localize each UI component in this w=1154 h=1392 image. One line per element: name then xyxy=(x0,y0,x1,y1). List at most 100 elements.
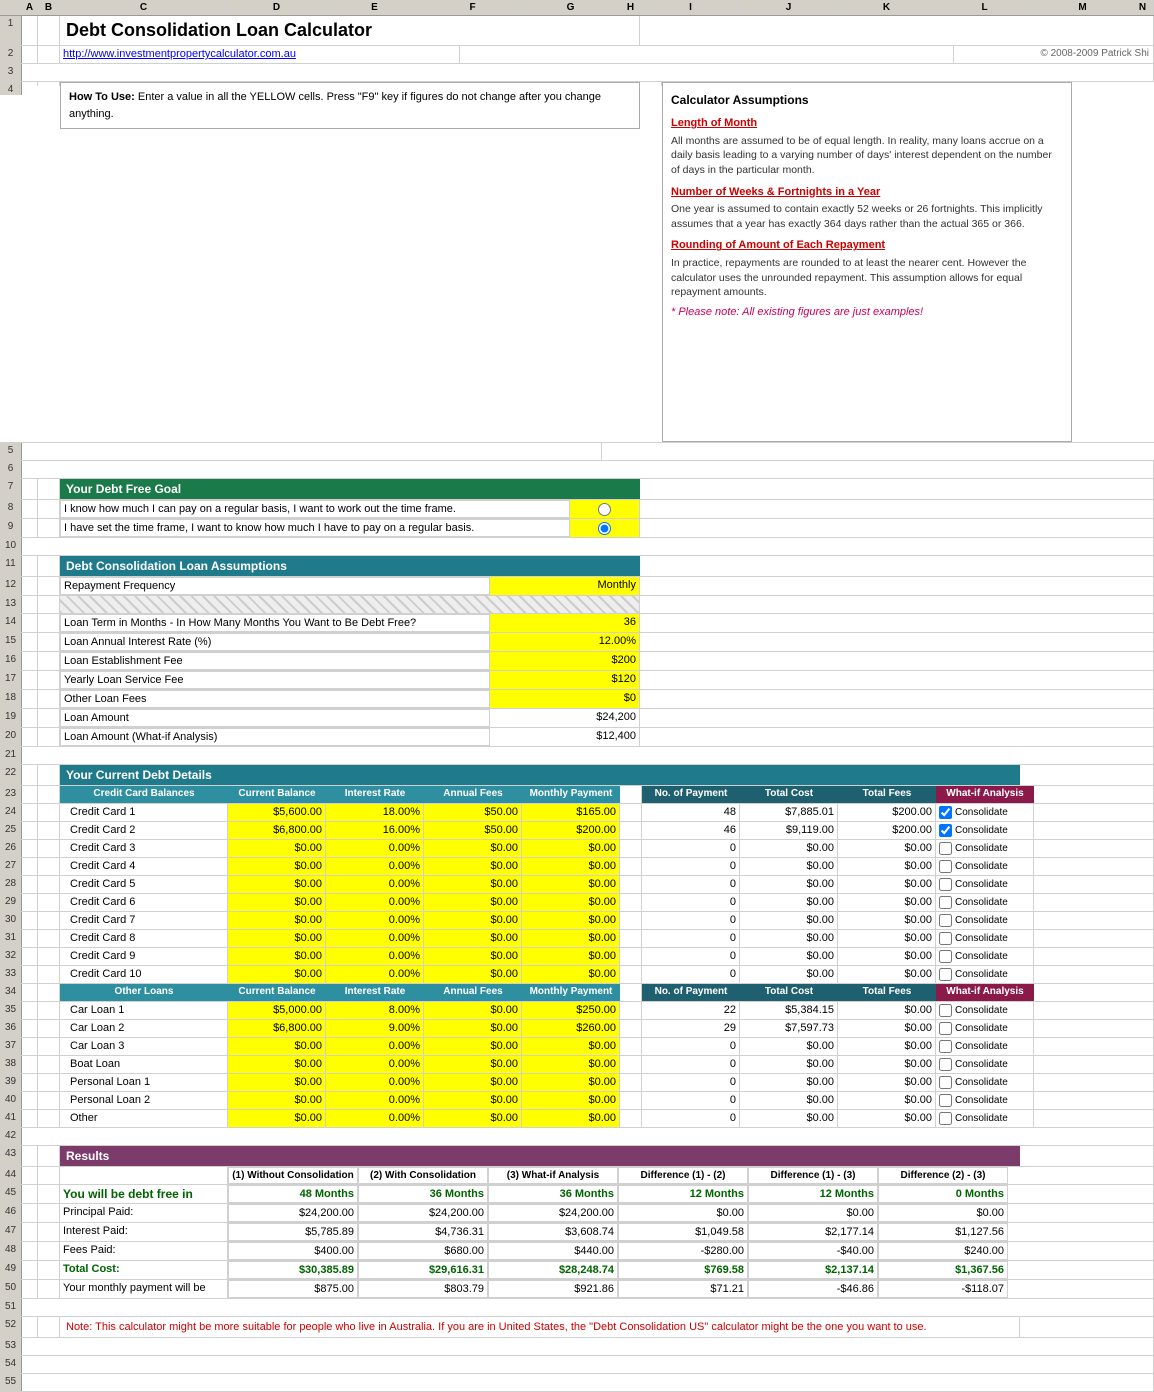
row-5: 5 xyxy=(0,443,1154,461)
repayment-freq-value[interactable]: Monthly xyxy=(490,577,640,595)
row22-B xyxy=(38,765,60,785)
cc2-balance[interactable]: $6,800.00 xyxy=(228,822,326,839)
row8-A xyxy=(22,500,38,518)
row-11: 11 Debt Consolidation Loan Assumptions xyxy=(0,556,1154,577)
debt-free-option2-radio[interactable] xyxy=(598,522,611,535)
col-N-header: N xyxy=(1132,0,1154,15)
website-link[interactable]: http://www.investmentpropertycalculator.… xyxy=(60,46,460,63)
result-row-0-v1: $24,200.00 xyxy=(228,1204,358,1222)
row-31: 31 Credit Card 8 $0.00 0.00% $0.00 $0.00… xyxy=(0,930,1154,948)
result-row-1-v2: $4,736.31 xyxy=(358,1223,488,1241)
col-E-header: E xyxy=(326,0,424,15)
loan-term-value[interactable]: 36 xyxy=(490,614,640,632)
results-empty-col xyxy=(60,1167,228,1184)
cc-total-cost-header: Total Cost xyxy=(740,786,838,803)
debt-free-d23: 0 Months xyxy=(878,1185,1008,1203)
row2-spacer xyxy=(460,46,954,63)
row-6: 6 xyxy=(0,461,1154,479)
row15-A xyxy=(22,633,38,651)
row-num-15: 15 xyxy=(0,633,22,651)
interest-rate-value[interactable]: 12.00% xyxy=(490,633,640,651)
debt-free-option1-radio[interactable] xyxy=(598,503,611,516)
row-num-34: 34 xyxy=(0,984,22,1001)
assumption-rounding-text: In practice, repayments are rounded to a… xyxy=(671,256,1063,300)
row13-B xyxy=(38,596,60,613)
result-row-2-d23: $240.00 xyxy=(878,1242,1008,1260)
cc1-consolidate[interactable]: Consolidate xyxy=(936,804,1034,821)
row21-empty xyxy=(22,747,1154,764)
cc1-checkbox[interactable] xyxy=(939,806,952,819)
results-col3-header: (3) What-if Analysis xyxy=(488,1167,618,1184)
result-row-4-d13: -$46.86 xyxy=(748,1280,878,1298)
ol-annual-fees-header: Annual Fees xyxy=(424,984,522,1001)
row-30: 30 Credit Card 7 $0.00 0.00% $0.00 $0.00… xyxy=(0,912,1154,930)
establishment-fee-value[interactable]: $200 xyxy=(490,652,640,670)
loan-amount-label: Loan Amount xyxy=(60,709,490,727)
row-25: 25 Credit Card 2 $6,800.00 16.00% $50.00… xyxy=(0,822,1154,840)
cc2-consolidate[interactable]: Consolidate xyxy=(936,822,1034,839)
results-col4-header: Difference (1) - (2) xyxy=(618,1167,748,1184)
result-row-2-d12: -$280.00 xyxy=(618,1242,748,1260)
cc2-total-fees: $200.00 xyxy=(838,822,936,839)
row18-end xyxy=(640,690,1154,708)
cc2-checkbox[interactable] xyxy=(939,824,952,837)
cc1-total-cost: $7,885.01 xyxy=(740,804,838,821)
yearly-service-fee-label: Yearly Loan Service Fee xyxy=(60,671,490,689)
assumption-rounding-title: Rounding of Amount of Each Repayment xyxy=(671,237,1063,254)
row17-end xyxy=(640,671,1154,689)
debt-free-option1-label: I know how much I can pay on a regular b… xyxy=(60,500,570,518)
row17-A xyxy=(22,671,38,689)
spreadsheet: A B C D E F G H I J K L M N O 1 Debt Con… xyxy=(0,0,1154,1392)
assumptions-note: * Please note: All existing figures are … xyxy=(671,304,1063,321)
row-15: 15 Loan Annual Interest Rate (%) 12.00% xyxy=(0,633,1154,652)
result-row-3-d23: $1,367.56 xyxy=(878,1261,1008,1279)
row12-B xyxy=(38,577,60,595)
column-header-row: A B C D E F G H I J K L M N O xyxy=(0,0,1154,16)
result-row-1-d23: $1,127.56 xyxy=(878,1223,1008,1241)
debt-free-goal-header: Your Debt Free Goal xyxy=(60,479,640,499)
other-fees-value[interactable]: $0 xyxy=(490,690,640,708)
row-17: 17 Yearly Loan Service Fee $120 xyxy=(0,671,1154,690)
row20-A xyxy=(22,728,38,746)
debt-free-option1-radio-cell[interactable] xyxy=(570,500,640,518)
cc2-fees[interactable]: $50.00 xyxy=(424,822,522,839)
ol-monthly-payment-header: Monthly Payment xyxy=(522,984,620,1001)
result-row-2-label: Fees Paid: xyxy=(60,1242,228,1260)
row-num-51: 51 xyxy=(0,1299,22,1316)
row-21: 21 xyxy=(0,747,1154,765)
copyright-text: © 2008-2009 Patrick Shi xyxy=(954,46,1154,63)
row-46: 46 Principal Paid: $24,200.00 $24,200.00… xyxy=(0,1204,1154,1223)
row4-H xyxy=(640,82,662,86)
cc1-fees[interactable]: $50.00 xyxy=(424,804,522,821)
cc1-total-fees: $200.00 xyxy=(838,804,936,821)
row-24: 24 Credit Card 1 $5,600.00 18.00% $50.00… xyxy=(0,804,1154,822)
row19-A xyxy=(22,709,38,727)
loan-amount-whatif-value: $12,400 xyxy=(490,728,640,746)
cc2-payment[interactable]: $200.00 xyxy=(522,822,620,839)
row-3: 3 xyxy=(0,64,1154,82)
row-55: 55 xyxy=(0,1374,1154,1392)
cc2-name: Credit Card 2 xyxy=(60,822,228,839)
cc1-rate[interactable]: 18.00% xyxy=(326,804,424,821)
row-1: 1 Debt Consolidation Loan Calculator xyxy=(0,16,1154,46)
cc-monthly-payment-header: Monthly Payment xyxy=(522,786,620,803)
row-num-25: 25 xyxy=(0,822,22,839)
current-debt-header: Your Current Debt Details xyxy=(60,765,1020,785)
row1-A xyxy=(22,16,38,45)
row20-B xyxy=(38,728,60,746)
yearly-service-fee-value[interactable]: $120 xyxy=(490,671,640,689)
row-22: 22 Your Current Debt Details xyxy=(0,765,1154,786)
debt-free-option2-radio-cell[interactable] xyxy=(570,519,640,537)
row-28: 28 Credit Card 5 $0.00 0.00% $0.00 $0.00… xyxy=(0,876,1154,894)
row-19: 19 Loan Amount $24,200 xyxy=(0,709,1154,728)
cc1-balance[interactable]: $5,600.00 xyxy=(228,804,326,821)
row-13: 13 xyxy=(0,596,1154,614)
col-I-header: I xyxy=(642,0,740,15)
cc1-payment[interactable]: $165.00 xyxy=(522,804,620,821)
row11-B xyxy=(38,556,60,576)
cc2-rate[interactable]: 16.00% xyxy=(326,822,424,839)
interest-rate-label: Loan Annual Interest Rate (%) xyxy=(60,633,490,651)
row-44: 44 (1) Without Consolidation (2) With Co… xyxy=(0,1167,1154,1185)
row-num-9: 9 xyxy=(0,519,22,537)
result-row-0-v3: $24,200.00 xyxy=(488,1204,618,1222)
